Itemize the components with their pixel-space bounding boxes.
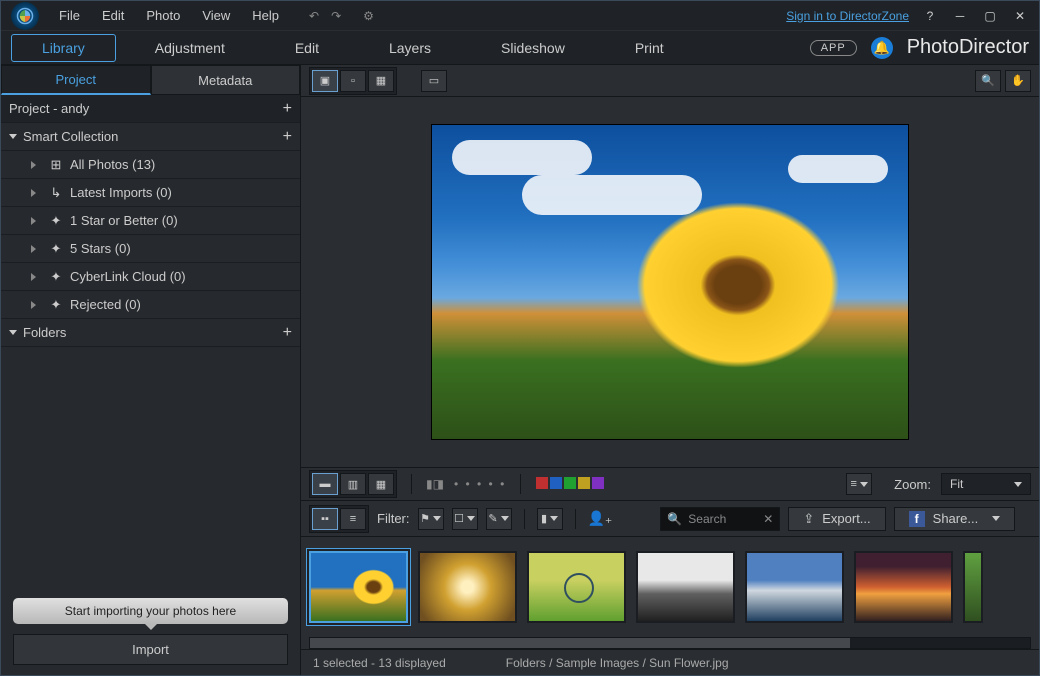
status-bar: 1 selected - 13 displayed Folders / Samp… (301, 649, 1039, 675)
star-icon: ✦ (48, 242, 64, 256)
undo-icon[interactable]: ↶ (309, 9, 319, 23)
pan-icon[interactable]: ✋ (1005, 70, 1031, 92)
menu-photo[interactable]: Photo (146, 8, 180, 23)
preview-image (431, 124, 909, 440)
thumb-scrollbar[interactable] (309, 637, 1031, 649)
grid-icon: ⊞ (48, 158, 64, 172)
main-menu: File Edit Photo View Help (59, 8, 279, 23)
notification-icon[interactable]: 🔔 (871, 37, 893, 59)
sc-cloud[interactable]: ✦CyberLink Cloud (0) (1, 263, 300, 291)
thumbnail[interactable] (309, 551, 408, 623)
maximize-icon[interactable]: ▢ (981, 9, 999, 23)
add-icon[interactable]: + (283, 128, 292, 146)
import-button[interactable]: Import (13, 634, 288, 665)
folders-header[interactable]: Folders+ (1, 319, 300, 347)
stack-icon[interactable]: ▮ (537, 508, 563, 530)
share-button[interactable]: fShare... (894, 507, 1016, 531)
tab-metadata[interactable]: Metadata (151, 65, 301, 95)
thumbnail[interactable] (854, 551, 953, 623)
project-tree: Project - andy+ Smart Collection+ ⊞All P… (1, 95, 300, 347)
app-badge[interactable]: APP (810, 40, 857, 56)
mode-bar: Library Adjustment Edit Layers Slideshow… (1, 31, 1039, 65)
sc-5stars[interactable]: ✦5 Stars (0) (1, 235, 300, 263)
project-header[interactable]: Project - andy+ (1, 95, 300, 123)
filter-bar: ▪▪ ≡ Filter: ⚑ ☐ ✎ ▮ 👤₊ 🔍Search✕ ⇪Export… (301, 501, 1039, 537)
thumb-size1-icon[interactable]: ▪▪ (312, 508, 338, 530)
view-single-icon[interactable]: ▣ (312, 70, 338, 92)
label-filter-icon[interactable]: ☐ (452, 508, 478, 530)
view-grid-icon[interactable]: ▦ (368, 70, 394, 92)
close-icon[interactable]: ✕ (1011, 9, 1029, 23)
mode-edit[interactable]: Edit (264, 34, 350, 62)
menu-view[interactable]: View (202, 8, 230, 23)
selection-status: 1 selected - 13 displayed (313, 656, 446, 670)
clear-search-icon[interactable]: ✕ (763, 512, 773, 526)
brand-label: PhotoDirector (907, 36, 1029, 59)
smart-collection-header[interactable]: Smart Collection+ (1, 123, 300, 151)
app-window: File Edit Photo View Help ↶ ↷ ⚙ Sign in … (0, 0, 1040, 676)
sidebar: Project Metadata Project - andy+ Smart C… (1, 65, 301, 675)
person-icon[interactable]: 👤₊ (588, 510, 613, 527)
mode-slideshow[interactable]: Slideshow (470, 34, 596, 62)
compare-icon[interactable]: ▭ (421, 70, 447, 92)
thumbnail-strip (301, 537, 1039, 637)
flag-filter-icon[interactable]: ⚑ (418, 508, 444, 530)
main-panel: ▣ ▫ ▦ ▭ 🔍 ✋ ▬ (301, 65, 1039, 675)
menu-file[interactable]: File (59, 8, 80, 23)
redo-icon[interactable]: ↷ (331, 9, 341, 23)
mode-layers[interactable]: Layers (358, 34, 462, 62)
layout3-icon[interactable]: ▦ (368, 473, 394, 495)
view-toolbar: ▣ ▫ ▦ ▭ 🔍 ✋ (301, 65, 1039, 97)
sc-1star[interactable]: ✦1 Star or Better (0) (1, 207, 300, 235)
color-swatches[interactable] (535, 477, 605, 492)
settings-icon[interactable]: ⚙ (363, 9, 374, 23)
sc-latest-imports[interactable]: ↳Latest Imports (0) (1, 179, 300, 207)
tab-project[interactable]: Project (1, 65, 151, 95)
import-icon: ↳ (48, 186, 64, 200)
add-icon[interactable]: + (283, 100, 292, 118)
sc-rejected[interactable]: ✦Rejected (0) (1, 291, 300, 319)
mode-library[interactable]: Library (11, 34, 116, 62)
view-side-icon[interactable]: ▫ (340, 70, 366, 92)
reject-icon: ✦ (48, 298, 64, 312)
thumbnail[interactable] (745, 551, 844, 623)
mode-adjustment[interactable]: Adjustment (124, 34, 256, 62)
sort-icon[interactable]: ≡ (846, 473, 872, 495)
layout2-icon[interactable]: ▥ (340, 473, 366, 495)
minimize-icon[interactable]: ─ (951, 9, 969, 23)
thumbnail[interactable] (527, 551, 626, 623)
search-icon: 🔍 (667, 512, 682, 526)
thumbnail[interactable] (418, 551, 517, 623)
preview-area[interactable] (301, 97, 1039, 467)
thumbnail[interactable] (963, 551, 983, 623)
zoom-label: Zoom: (894, 477, 931, 492)
layout1-icon[interactable]: ▬ (312, 473, 338, 495)
filter-label: Filter: (377, 511, 410, 526)
facebook-icon: f (909, 511, 925, 527)
menu-help[interactable]: Help (252, 8, 279, 23)
search-input[interactable]: 🔍Search✕ (660, 507, 780, 531)
star-icon: ✦ (48, 214, 64, 228)
breadcrumb: Folders / Sample Images / Sun Flower.jpg (506, 656, 729, 670)
sc-all-photos[interactable]: ⊞All Photos (13) (1, 151, 300, 179)
rating-filter-icon[interactable]: ✎ (486, 508, 512, 530)
help-icon[interactable]: ? (921, 9, 939, 23)
cloud-icon: ✦ (48, 270, 64, 284)
thumb-size2-icon[interactable]: ≡ (340, 508, 366, 530)
signin-link[interactable]: Sign in to DirectorZone (786, 9, 909, 23)
menu-edit[interactable]: Edit (102, 8, 124, 23)
rating-dots[interactable]: • • • • • (454, 477, 506, 491)
thumbnail[interactable] (636, 551, 735, 623)
export-button[interactable]: ⇪Export... (788, 507, 885, 531)
layout-bar: ▬ ▥ ▦ ▮◨ • • • • • ≡ Zoom: Fit (301, 467, 1039, 501)
flag-icon[interactable]: ▮◨ (426, 477, 444, 491)
import-tooltip: Start importing your photos here (13, 598, 288, 624)
export-icon: ⇪ (803, 511, 814, 527)
titlebar: File Edit Photo View Help ↶ ↷ ⚙ Sign in … (1, 1, 1039, 31)
app-logo-icon (11, 2, 39, 30)
zoom-select[interactable]: Fit (941, 473, 1031, 495)
mode-print[interactable]: Print (604, 34, 695, 62)
add-icon[interactable]: + (283, 324, 292, 342)
zoom-icon[interactable]: 🔍 (975, 70, 1001, 92)
